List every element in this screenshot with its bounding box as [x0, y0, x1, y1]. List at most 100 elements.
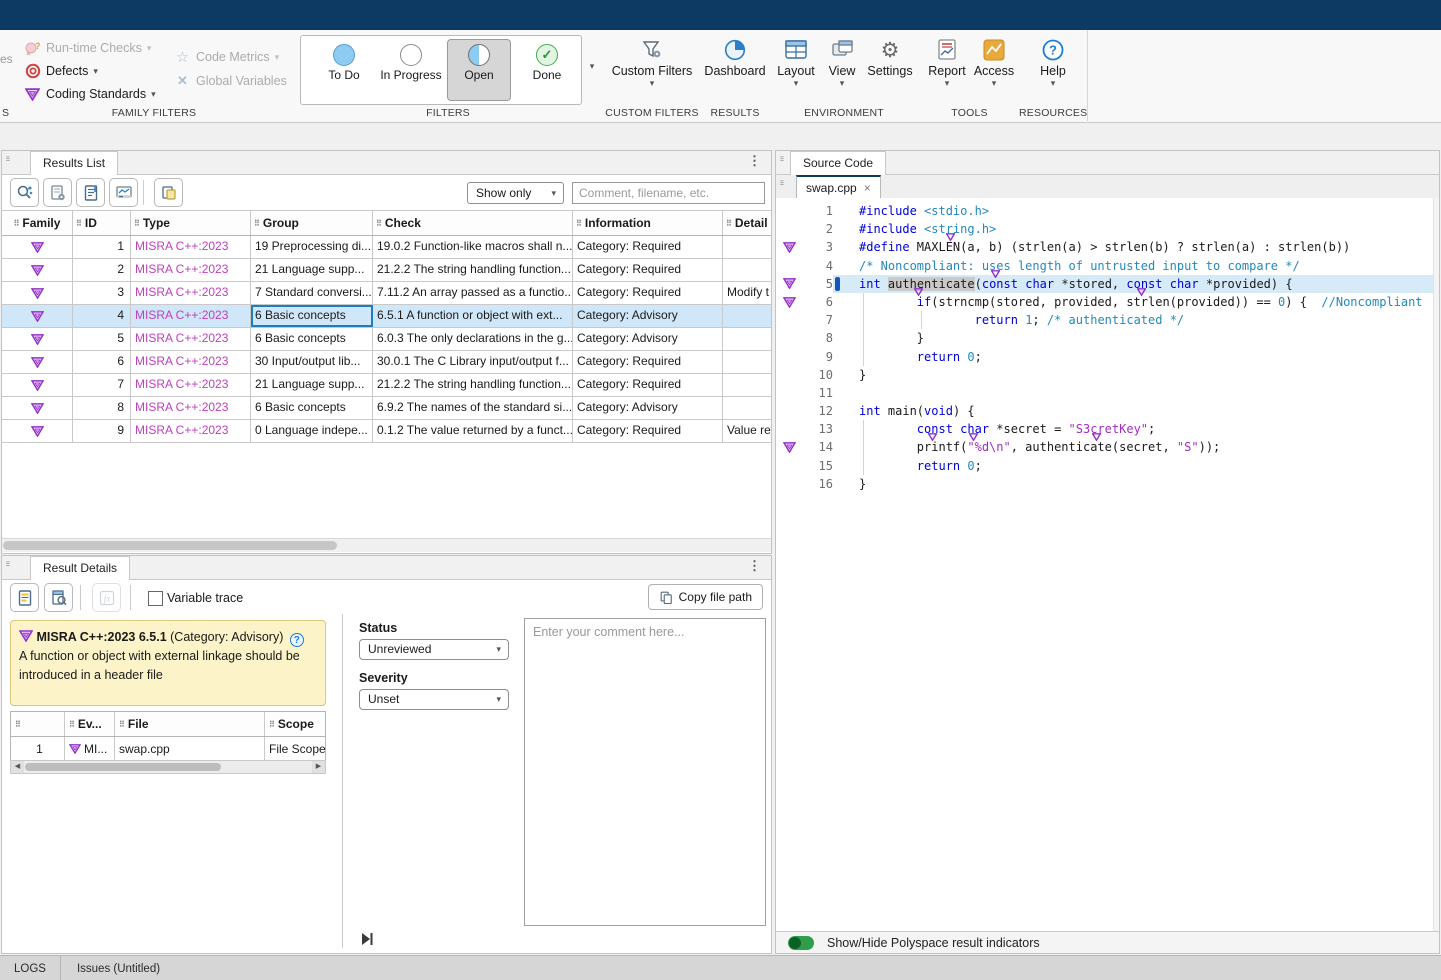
cell-group[interactable]: 6 Basic concepts [251, 328, 373, 350]
open-dashboard-button[interactable] [109, 178, 138, 207]
code-line[interactable]: 1#include <stdio.h> [776, 202, 1439, 220]
show-only-dropdown[interactable]: Show only ▾ [467, 182, 564, 204]
results-horizontal-scrollbar[interactable] [2, 538, 771, 552]
cell-information[interactable]: Category: Required [573, 374, 723, 396]
cell-detail[interactable]: Modify t [723, 282, 771, 304]
cell-family-icon[interactable] [2, 351, 73, 373]
cell-detail[interactable] [723, 328, 771, 350]
cell-information[interactable]: Category: Advisory [573, 305, 723, 327]
cell-id[interactable]: 9 [73, 420, 131, 442]
help-button[interactable]: ? Help ▾ [1019, 36, 1087, 88]
result-marker-icon[interactable] [776, 275, 796, 293]
events-table-row[interactable]: 1 MI... swap.cpp File Scope [10, 737, 326, 762]
column-header-id[interactable]: ⠿ID [73, 211, 131, 235]
events-horizontal-scrollbar[interactable]: ◀ ▶ [10, 760, 326, 774]
status-dropdown[interactable]: Unreviewed ▾ [359, 639, 509, 660]
cell-detail[interactable] [723, 374, 771, 396]
panel-grip-icon[interactable]: ≡ [6, 559, 10, 570]
cell-type[interactable]: MISRA C++:2023 [131, 420, 251, 442]
comment-input[interactable] [524, 618, 766, 926]
cell-type[interactable]: MISRA C++:2023 [131, 374, 251, 396]
cell-group[interactable]: 19 Preprocessing di... [251, 236, 373, 258]
events-column-blank[interactable]: ⠿ [11, 712, 65, 736]
close-icon[interactable]: × [864, 178, 871, 198]
layout-button[interactable]: Layout ▾ [772, 36, 820, 88]
cell-information[interactable]: Category: Required [573, 351, 723, 373]
cell-id[interactable]: 4 [73, 305, 131, 327]
panel-grip-icon[interactable]: ≡ [780, 154, 784, 165]
cell-group[interactable]: 6 Basic concepts [251, 305, 373, 327]
cell-type[interactable]: MISRA C++:2023 [131, 259, 251, 281]
cell-check[interactable]: 6.9.2 The names of the standard si... [373, 397, 573, 419]
copy-results-button[interactable] [154, 178, 183, 207]
cell-information[interactable]: Category: Advisory [573, 328, 723, 350]
cell-group[interactable]: 21 Language supp... [251, 259, 373, 281]
cell-information[interactable]: Category: Advisory [573, 397, 723, 419]
cell-id[interactable]: 3 [73, 282, 131, 304]
settings-button[interactable]: ⚙ Settings [864, 36, 916, 78]
code-metrics-button[interactable]: ☆ Code Metrics ▾ [174, 47, 279, 67]
cell-type[interactable]: MISRA C++:2023 [131, 351, 251, 373]
filter-in-progress-button[interactable]: In Progress [379, 39, 443, 101]
show-call-graph-button[interactable]: fx [92, 583, 121, 612]
global-variables-button[interactable]: ✕ Global Variables [174, 71, 287, 91]
table-row[interactable]: 2MISRA C++:202321 Language supp...21.2.2… [2, 259, 771, 282]
code-editor[interactable]: 1#include <stdio.h>2#include <string.h>3… [776, 198, 1439, 931]
report-button[interactable]: Report ▾ [924, 36, 970, 88]
show-details-button[interactable] [10, 583, 39, 612]
filter-done-button[interactable]: ✓ Done [515, 39, 579, 101]
code-line[interactable]: 7 return 1; /* authenticated */ [776, 311, 1439, 329]
code-line[interactable]: 10} [776, 366, 1439, 384]
cell-group[interactable]: 21 Language supp... [251, 374, 373, 396]
column-header-type[interactable]: ⠿Type [131, 211, 251, 235]
code-line[interactable]: 16} [776, 475, 1439, 493]
table-row[interactable]: 6MISRA C++:202330 Input/output lib...30.… [2, 351, 771, 374]
cell-id[interactable]: 8 [73, 397, 131, 419]
table-row[interactable]: 1MISRA C++:202319 Preprocessing di...19.… [2, 236, 771, 259]
events-column-ev[interactable]: ⠿Ev... [65, 712, 115, 736]
cell-id[interactable]: 6 [73, 351, 131, 373]
cell-check[interactable]: 21.2.2 The string handling function... [373, 259, 573, 281]
cell-check[interactable]: 6.5.1 A function or object with ext... [373, 305, 573, 327]
help-question-icon[interactable]: ? [290, 633, 304, 647]
cell-group[interactable]: 0 Language indepe... [251, 420, 373, 442]
cell-group[interactable]: 6 Basic concepts [251, 397, 373, 419]
cell-check[interactable]: 30.0.1 The C Library input/output f... [373, 351, 573, 373]
cell-information[interactable]: Category: Required [573, 236, 723, 258]
tab-source-code[interactable]: Source Code [790, 151, 886, 176]
severity-dropdown[interactable]: Unset ▾ [359, 689, 509, 710]
code-line[interactable]: 2#include <string.h> [776, 220, 1439, 238]
file-tab-swap-cpp[interactable]: swap.cpp × [796, 175, 881, 200]
column-header-detail[interactable]: ⠿Detail [723, 211, 771, 235]
panel-menu-icon[interactable]: ⋮ [748, 558, 761, 574]
custom-filters-button[interactable]: Custom Filters ▾ [602, 36, 702, 88]
cell-detail[interactable] [723, 397, 771, 419]
table-row[interactable]: 7MISRA C++:202321 Language supp...21.2.2… [2, 374, 771, 397]
cell-type[interactable]: MISRA C++:2023 [131, 282, 251, 304]
cell-id[interactable]: 5 [73, 328, 131, 350]
cell-check[interactable]: 21.2.2 The string handling function... [373, 374, 573, 396]
cell-check[interactable]: 6.0.3 The only declarations in the g... [373, 328, 573, 350]
column-header-family[interactable]: ⠿Family [2, 211, 73, 235]
code-vertical-scrollbar[interactable] [1433, 198, 1439, 931]
cell-id[interactable]: 2 [73, 259, 131, 281]
code-line[interactable]: 5int authenticate(const char *stored, co… [776, 275, 1439, 293]
result-marker-icon[interactable] [776, 438, 796, 456]
code-line[interactable]: 6 if(strncmp(stored, provided, strlen(pr… [776, 293, 1439, 311]
filter-open-button[interactable]: Open [447, 39, 511, 101]
code-line[interactable]: 14 printf("%d\n", authenticate(secret, "… [776, 438, 1439, 456]
cell-family-icon[interactable] [2, 259, 73, 281]
next-result-button[interactable] [359, 931, 377, 949]
variable-trace-checkbox[interactable] [148, 591, 163, 606]
cell-detail[interactable] [723, 305, 771, 327]
cell-information[interactable]: Category: Required [573, 420, 723, 442]
table-row[interactable]: 3MISRA C++:20237 Standard conversi...7.1… [2, 282, 771, 305]
cell-check[interactable]: 0.1.2 The value returned by a funct... [373, 420, 573, 442]
table-row[interactable]: 4MISRA C++:20236 Basic concepts6.5.1 A f… [2, 305, 771, 328]
code-line[interactable]: 9 return 0; [776, 348, 1439, 366]
events-column-scope[interactable]: ⠿Scope [265, 712, 325, 736]
tab-result-details[interactable]: Result Details [30, 556, 130, 581]
cell-id[interactable]: 7 [73, 374, 131, 396]
access-button[interactable]: Access ▾ [972, 36, 1016, 88]
cell-group[interactable]: 30 Input/output lib... [251, 351, 373, 373]
